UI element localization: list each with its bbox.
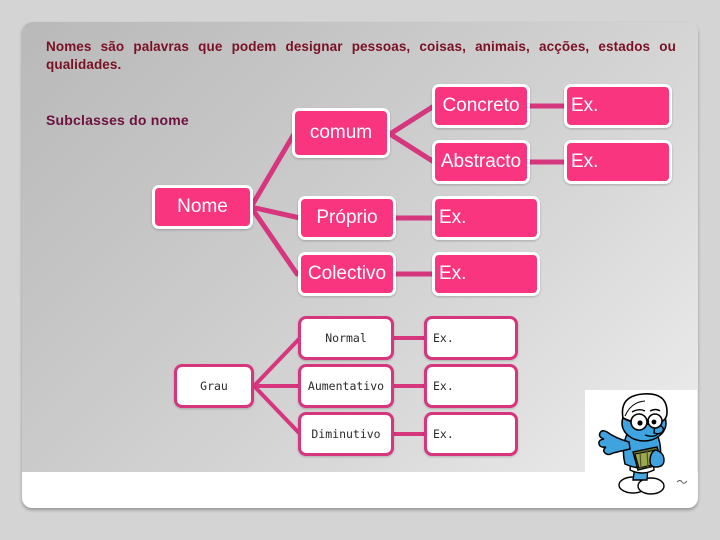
node-proprio-label: Próprio: [316, 207, 378, 228]
smurf-icon: [585, 390, 697, 498]
node-concreto-example[interactable]: Ex.: [564, 84, 672, 128]
node-comum[interactable]: comum: [292, 108, 390, 158]
node-grau-diminutivo-example-label: Ex.: [433, 427, 454, 441]
subclasses-heading: Subclasses do nome: [46, 112, 189, 128]
node-grau-normal-label: Normal: [325, 331, 367, 345]
node-grau-label: Grau: [200, 379, 228, 393]
node-grau-aumentativo-label: Aumentativo: [307, 379, 385, 393]
node-grau-aumentativo-example-label: Ex.: [433, 379, 454, 393]
node-nome-label: Nome: [177, 196, 228, 217]
node-nome[interactable]: Nome: [152, 185, 253, 229]
node-colectivo-example-label: Ex.: [439, 263, 467, 284]
node-concreto-label: Concreto: [442, 95, 520, 116]
slide-frame: Nomes são palavras que podem designar pe…: [22, 22, 698, 508]
node-grau-normal-example[interactable]: Ex.: [424, 316, 518, 360]
node-colectivo[interactable]: Colectivo: [298, 252, 396, 296]
connector-comum-abstracto: [387, 131, 437, 165]
node-colectivo-example[interactable]: Ex.: [432, 252, 540, 296]
connector-nome-comum: [248, 131, 297, 210]
node-concreto[interactable]: Concreto: [432, 84, 530, 128]
node-grau-aumentativo-example[interactable]: Ex.: [424, 364, 518, 408]
node-colectivo-label: Colectivo: [307, 263, 387, 284]
node-grau[interactable]: Grau: [174, 364, 254, 408]
connector-grau-diminutivo: [252, 384, 302, 436]
connector-grau-normal: [252, 336, 302, 388]
brainy-smurf-illustration: [585, 390, 697, 498]
node-comum-label: comum: [309, 122, 373, 143]
node-concreto-example-label: Ex.: [571, 95, 599, 116]
node-grau-diminutivo[interactable]: Diminutivo: [298, 412, 394, 456]
node-abstracto-example[interactable]: Ex.: [564, 140, 672, 184]
node-proprio[interactable]: Próprio: [298, 196, 396, 240]
node-abstracto[interactable]: Abstracto: [432, 140, 530, 184]
node-grau-diminutivo-example[interactable]: Ex.: [424, 412, 518, 456]
node-grau-normal-example-label: Ex.: [433, 331, 454, 345]
node-grau-diminutivo-label: Diminutivo: [311, 427, 381, 441]
page-title: Nomes são palavras que podem designar pe…: [46, 39, 676, 73]
node-proprio-example[interactable]: Ex.: [432, 196, 540, 240]
node-grau-normal[interactable]: Normal: [298, 316, 394, 360]
node-grau-aumentativo[interactable]: Aumentativo: [298, 364, 394, 408]
node-proprio-example-label: Ex.: [439, 207, 467, 228]
node-abstracto-example-label: Ex.: [571, 151, 599, 172]
connector-comum-concreto: [387, 103, 437, 137]
node-abstracto-label: Abstracto: [440, 151, 522, 172]
